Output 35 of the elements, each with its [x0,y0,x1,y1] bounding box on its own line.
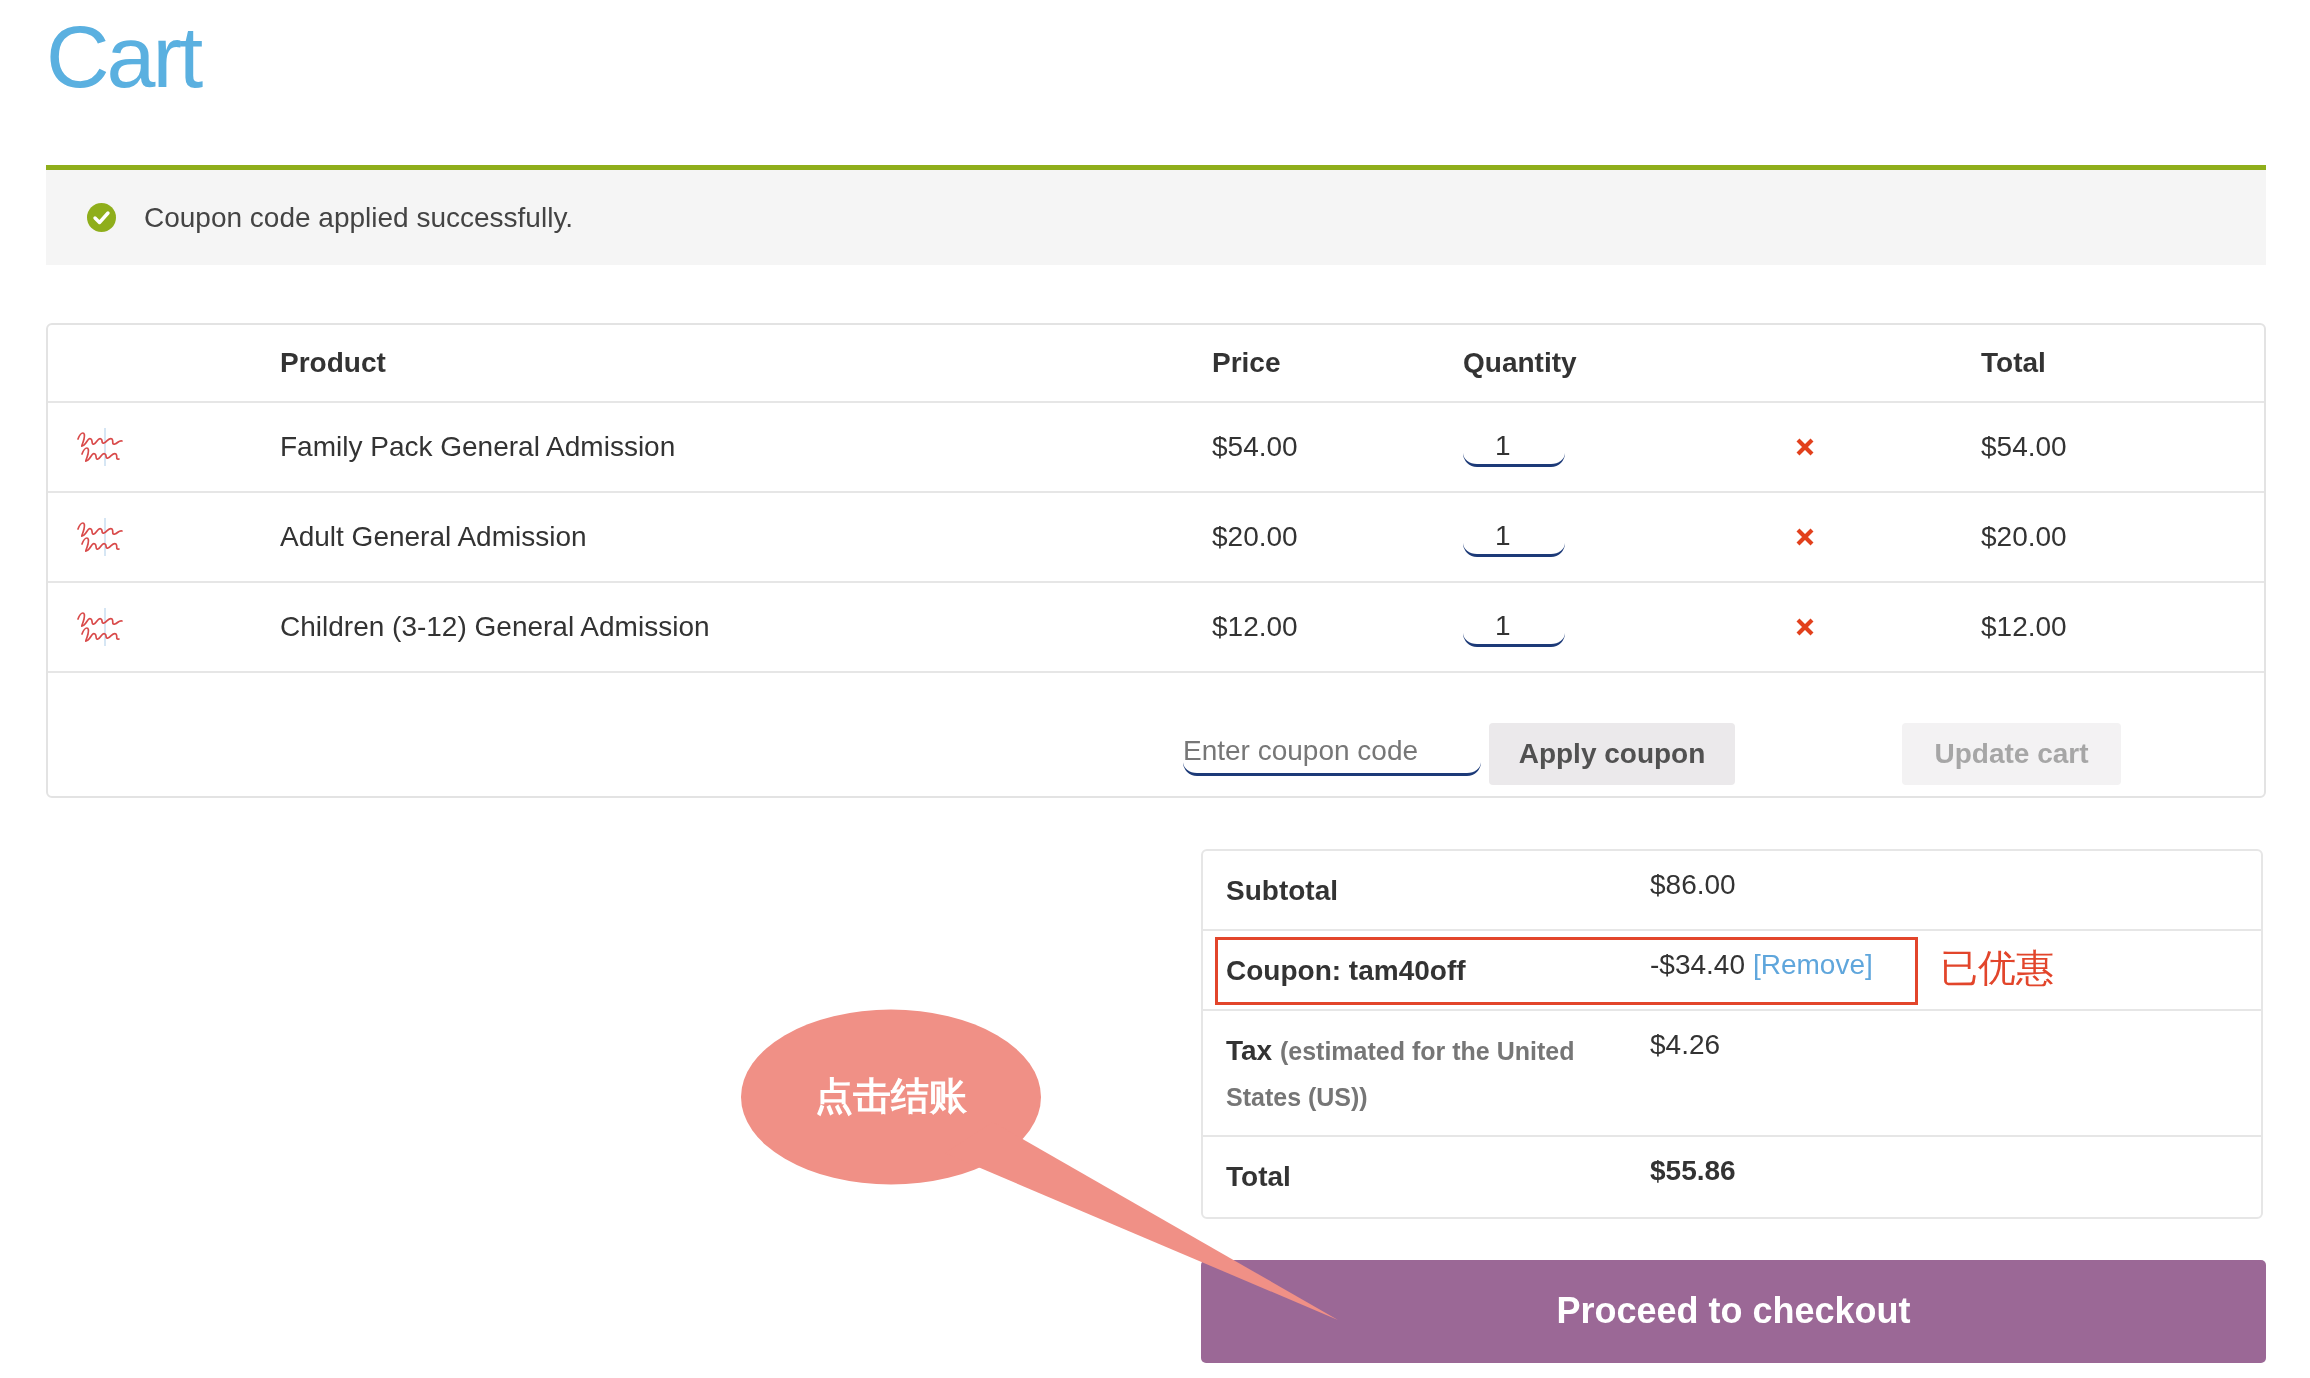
summary-label: Coupon: tam40off [1226,954,1467,988]
notice-message: Coupon code applied successfully. [144,200,574,235]
coupon-input[interactable]: Enter coupon code [1183,728,1481,776]
column-header: Quantity [1463,346,1577,381]
line-total: $12.00 [1981,610,2067,645]
line-total: $54.00 [1981,430,2067,465]
column-header: Total [1981,346,2046,381]
line-total: $20.00 [1981,520,2067,555]
quantity-input[interactable]: 1 [1463,427,1565,467]
product-name: Family Pack General Admission [280,430,676,465]
cross-icon[interactable] [1796,528,1814,546]
summary-value: $55.86 [1650,1154,1736,1188]
quantity-input[interactable]: 1 [1463,607,1565,647]
column-header: Price [1212,346,1281,381]
annotation-text: 已优惠 [1940,945,2054,991]
apply-coupon-button[interactable]: Apply coupon [1489,723,1735,785]
summary-value: -$34.40 [1650,948,1745,982]
checkout-button[interactable]: Proceed to checkout [1201,1260,2266,1363]
callout-text: 点击结账 [815,1074,967,1120]
price-text: $54.00 [1212,430,1298,465]
summary-value: $4.26 [1650,1028,1721,1062]
summary-label: Total [1226,1160,1292,1194]
summary-label: Tax (estimated for the United States (US)) [1226,1034,1576,1113]
column-header: Product [280,346,386,381]
check-circle-icon [87,203,116,232]
product-name: Adult General Admission [280,520,587,555]
price-text: $12.00 [1212,610,1298,645]
cross-icon[interactable] [1796,618,1814,636]
summary-label: Subtotal [1226,874,1339,908]
quantity-input[interactable]: 1 [1463,517,1565,557]
cross-icon[interactable] [1796,438,1814,456]
page-title: Cart [46,6,201,107]
product-name: Children (3-12) General Admission [280,610,710,645]
summary-value: $86.00 [1650,868,1736,902]
price-text: $20.00 [1212,520,1298,555]
